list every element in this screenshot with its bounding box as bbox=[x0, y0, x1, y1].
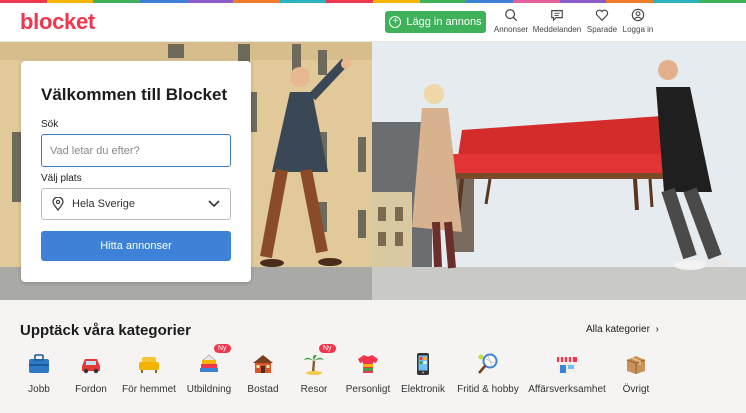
nav-meddelanden[interactable]: Meddelanden bbox=[533, 8, 581, 38]
phone-icon bbox=[417, 353, 429, 375]
category-label: Elektronik bbox=[401, 384, 445, 395]
category-label: Resor bbox=[300, 384, 328, 395]
location-pin-icon bbox=[52, 197, 64, 211]
search-card: Välkommen till Blocket Sök Välj plats He… bbox=[21, 61, 251, 282]
all-categories-label: Alla kategorier bbox=[586, 324, 650, 335]
plus-icon: + bbox=[389, 16, 402, 28]
chevron-down-icon bbox=[208, 200, 220, 208]
house-icon bbox=[253, 355, 273, 373]
category-label: Bostad bbox=[247, 384, 279, 395]
nav-label: Meddelanden bbox=[532, 25, 582, 34]
category-elektronik[interactable]: Elektronik bbox=[388, 352, 458, 395]
category-label: Personligt bbox=[345, 384, 391, 395]
find-ads-button[interactable]: Hitta annonser bbox=[41, 231, 231, 261]
category-fritid-hobby[interactable]: Fritid & hobby bbox=[453, 352, 523, 395]
category-label: För hemmet bbox=[122, 384, 176, 395]
post-ad-button[interactable]: + Lägg in annons bbox=[385, 11, 486, 33]
search-icon bbox=[505, 9, 518, 22]
location-label: Välj plats bbox=[41, 173, 82, 184]
nav-label: Sparade bbox=[586, 25, 618, 34]
nav-annonser[interactable]: Annonser bbox=[493, 8, 529, 38]
location-value: Hela Sverige bbox=[72, 198, 135, 210]
all-categories-link[interactable]: Alla kategorier › bbox=[586, 324, 659, 335]
nav-sparade[interactable]: Sparade bbox=[587, 8, 617, 38]
category-label: Övrigt bbox=[622, 384, 650, 395]
briefcase-icon bbox=[29, 354, 49, 373]
palm-tree-icon bbox=[304, 354, 324, 375]
blocket-logo[interactable]: blocket bbox=[20, 9, 95, 35]
nav-label: Logga in bbox=[622, 25, 654, 34]
shop-icon bbox=[557, 357, 577, 373]
post-ad-label: Lägg in annons bbox=[406, 16, 482, 28]
heart-icon bbox=[595, 9, 609, 22]
category-label: Utbildning bbox=[186, 384, 232, 395]
books-icon bbox=[200, 354, 218, 372]
nav-label: Annonser bbox=[493, 25, 529, 34]
tshirt-icon bbox=[358, 355, 378, 373]
category-affarsverksamhet[interactable]: Affärsverksamhet bbox=[528, 352, 606, 395]
category-label: Jobb bbox=[28, 384, 50, 395]
site-header: blocket + Lägg in annons Annonser Meddel… bbox=[0, 3, 746, 42]
box-icon bbox=[626, 356, 646, 374]
user-icon bbox=[631, 8, 645, 22]
search-input[interactable] bbox=[41, 134, 231, 167]
nav-logga-in[interactable]: Logga in bbox=[622, 8, 654, 38]
category-ovrigt[interactable]: Övrigt bbox=[601, 352, 671, 395]
armchair-icon bbox=[139, 357, 159, 373]
category-label: Affärsverksamhet bbox=[528, 384, 606, 395]
racket-icon bbox=[478, 353, 498, 374]
categories-section: Upptäck våra kategorier Alla kategorier … bbox=[0, 300, 746, 413]
categories-title: Upptäck våra kategorier bbox=[20, 322, 191, 339]
welcome-title: Välkommen till Blocket bbox=[41, 85, 228, 104]
car-icon bbox=[82, 359, 100, 374]
search-label: Sök bbox=[41, 119, 59, 130]
location-select[interactable]: Hela Sverige bbox=[41, 188, 231, 220]
category-label: Fritid & hobby bbox=[457, 384, 519, 395]
category-label: Fordon bbox=[75, 384, 107, 395]
chat-icon bbox=[551, 10, 563, 22]
chevron-right-icon: › bbox=[652, 324, 659, 335]
